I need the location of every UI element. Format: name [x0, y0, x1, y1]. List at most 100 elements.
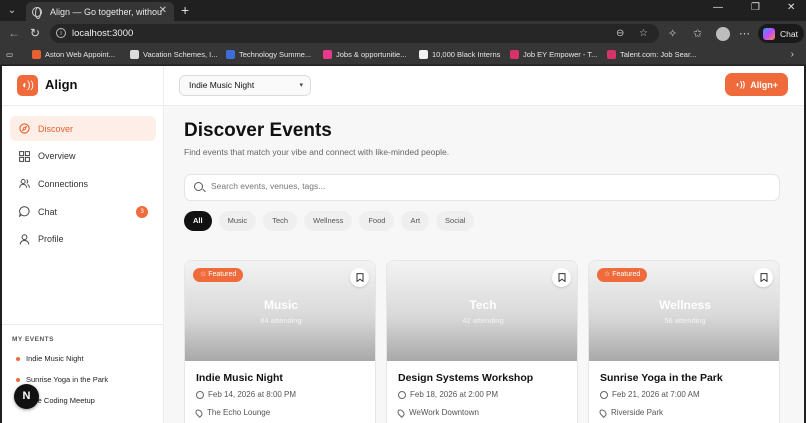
align-plus-label: Align+	[750, 79, 778, 90]
featured-label: Featured	[208, 271, 237, 278]
my-event-item[interactable]: Indie Music Night	[16, 354, 164, 364]
bookmark-button[interactable]	[552, 268, 571, 287]
bookmark-favicon-icon	[32, 50, 41, 59]
bookmark-button[interactable]	[754, 268, 773, 287]
sidebar-item-chat[interactable]: Chat 3	[10, 199, 156, 224]
page-subtitle: Find events that match your vibe and con…	[184, 147, 450, 157]
browser-tab[interactable]: Align — Go together, without the ✕	[26, 2, 174, 21]
event-card[interactable]: Wellness 56 attending ☆ Featured Sunrise…	[588, 260, 780, 423]
bookmarks-overflow-icon[interactable]: ›	[791, 49, 794, 60]
users-icon	[19, 178, 30, 189]
event-venue: The Echo Lounge	[194, 407, 270, 418]
dev-tools-button[interactable]: N	[14, 384, 39, 409]
window-close-icon[interactable]: ✕	[787, 2, 795, 13]
top-bar: Indie Music Night ▾ ◖)) Align+	[164, 66, 804, 106]
filter-chip-wellness[interactable]: Wellness	[304, 211, 353, 231]
event-select[interactable]: Indie Music Night ▾	[179, 75, 311, 96]
tab-actions-icon[interactable]: ⌄	[5, 4, 19, 18]
bookmark-item[interactable]: Aston Web Appoint...	[32, 50, 115, 59]
event-title: Indie Music Night	[196, 372, 283, 384]
event-date: Feb 18, 2026 at 2:00 PM	[398, 390, 498, 399]
browser-profile-avatar[interactable]	[716, 27, 730, 41]
filter-chip-food[interactable]: Food	[359, 211, 395, 231]
chevron-down-icon: ▾	[299, 82, 303, 89]
compass-icon	[19, 123, 30, 134]
bookmark-item[interactable]: Vacation Schemes, I...	[130, 50, 217, 59]
align-plus-button[interactable]: ◖)) Align+	[725, 73, 788, 96]
sidebar-item-label: Overview	[38, 151, 76, 162]
sidebar-item-profile[interactable]: Profile	[10, 227, 156, 252]
copilot-chat-button[interactable]: Chat	[758, 24, 804, 43]
sidebar-item-discover[interactable]: Discover	[10, 116, 156, 141]
bookmark-item[interactable]: Jobs & opportunitie...	[323, 50, 406, 59]
user-icon	[19, 234, 30, 245]
globe-icon	[32, 6, 42, 19]
clock-icon	[398, 390, 406, 399]
address-bar[interactable]: i localhost:3000 ⊖ ☆	[50, 24, 659, 43]
event-date: Feb 21, 2026 at 7:00 AM	[600, 390, 700, 399]
brand[interactable]: ◖)) Align	[2, 66, 164, 106]
bookmark-favicon-icon	[607, 50, 616, 59]
event-card[interactable]: Tech 42 attending Design Systems Worksho…	[386, 260, 578, 423]
sidebar-item-overview[interactable]: Overview	[10, 144, 156, 169]
featured-badge: ☆ Featured	[193, 268, 244, 282]
reload-icon[interactable]: ↻	[30, 26, 40, 40]
filter-chip-music[interactable]: Music	[218, 211, 257, 231]
event-card-hero: Tech 42 attending	[387, 261, 577, 361]
event-venue: WeWork Downtown	[396, 407, 479, 418]
bookmarks-toggle-icon[interactable]: ▭	[6, 50, 13, 59]
bookmarks-bar: ▭ Aston Web Appoint... Vacation Schemes,…	[0, 46, 806, 65]
extensions-icon[interactable]: ✧	[668, 27, 677, 40]
main-content: Discover Events Find events that match y…	[164, 106, 804, 423]
sidebar-item-label: Connections	[38, 178, 89, 189]
close-tab-icon[interactable]: ✕	[159, 5, 167, 16]
favorites-icon[interactable]: ✩	[693, 27, 702, 40]
brand-name: Align	[45, 77, 78, 92]
search-box[interactable]	[184, 174, 780, 201]
event-category: Wellness	[659, 298, 711, 312]
bookmark-item[interactable]: Talent.com: Job Sear...	[607, 50, 696, 59]
attending-count: 56 attending	[664, 316, 706, 325]
address-toolbar: ← ↻ i localhost:3000 ⊖ ☆	[0, 21, 806, 46]
back-icon[interactable]: ←	[8, 26, 20, 40]
reader-icon[interactable]: ⊖	[616, 28, 624, 39]
sidebar-item-connections[interactable]: Connections	[10, 171, 156, 196]
event-venue: Riverside Park	[598, 407, 663, 418]
event-date: Feb 14, 2026 at 8:00 PM	[196, 390, 296, 399]
bookmark-favicon-icon	[130, 50, 139, 59]
more-menu-icon[interactable]: ⋯	[739, 27, 750, 40]
new-tab-icon[interactable]: +	[181, 2, 189, 18]
filter-chip-social[interactable]: Social	[436, 211, 475, 231]
brand-logo-icon: ◖))	[17, 75, 38, 96]
broadcast-icon: ◖))	[735, 80, 746, 89]
filter-chip-tech[interactable]: Tech	[263, 211, 298, 231]
my-event-item[interactable]: Sunrise Yoga in the Park	[16, 375, 164, 385]
filter-chip-all[interactable]: All	[184, 211, 212, 231]
bookmark-favicon-icon	[419, 50, 428, 59]
favorite-star-icon[interactable]: ☆	[639, 28, 648, 39]
bookmark-item[interactable]: 10,000 Black Interns	[419, 50, 500, 59]
bookmark-button[interactable]	[350, 268, 369, 287]
attending-count: 84 attending	[260, 316, 302, 325]
featured-badge: ☆ Featured	[597, 268, 648, 282]
bookmark-item[interactable]: Job EY Empower - T...	[510, 50, 597, 59]
bookmark-icon	[760, 273, 767, 282]
event-card[interactable]: Music 84 attending ☆ Featured Indie Musi…	[184, 260, 376, 423]
url-text[interactable]: localhost:3000	[72, 28, 133, 39]
attending-count: 42 attending	[462, 316, 504, 325]
category-filters: All Music Tech Wellness Food Art Social	[184, 211, 481, 231]
event-card-hero: Wellness 56 attending ☆ Featured	[589, 261, 779, 361]
site-info-icon[interactable]: i	[56, 28, 66, 38]
event-card-grid: Music 84 attending ☆ Featured Indie Musi…	[184, 260, 780, 423]
filter-chip-art[interactable]: Art	[401, 211, 430, 231]
minimize-icon[interactable]: —	[713, 2, 723, 13]
search-input[interactable]	[211, 181, 771, 191]
event-card-hero: Music 84 attending ☆ Featured	[185, 261, 375, 361]
bookmark-item[interactable]: Technology Summe...	[226, 50, 311, 59]
bookmark-favicon-icon	[323, 50, 332, 59]
sidebar: ◖)) Align Discover Overview Connections …	[2, 66, 164, 423]
restore-icon[interactable]: ❐	[751, 2, 760, 13]
bookmark-favicon-icon	[510, 50, 519, 59]
unread-count-badge: 3	[136, 206, 148, 219]
chat-bubble-icon	[19, 206, 30, 218]
